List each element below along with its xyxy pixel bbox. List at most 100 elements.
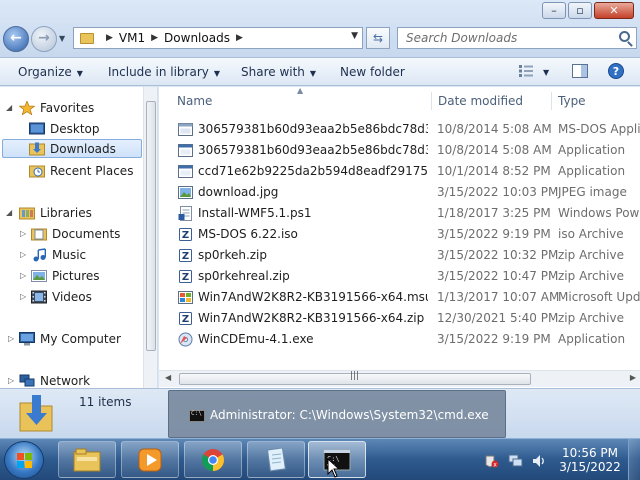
- maximize-button[interactable]: ▫: [568, 2, 592, 19]
- nav-documents[interactable]: Documents: [31, 224, 120, 243]
- scroll-right-icon[interactable]: ▶: [630, 373, 636, 382]
- start-button[interactable]: [4, 441, 44, 479]
- grip-icon: |||: [350, 371, 360, 381]
- share-with-menu[interactable]: Share with ▼: [241, 65, 316, 79]
- minimize-button[interactable]: –: [542, 2, 566, 19]
- action-center-icon[interactable]: x: [485, 454, 499, 468]
- nav-videos[interactable]: Videos: [31, 287, 92, 306]
- nav-music[interactable]: Music: [31, 245, 86, 264]
- file-row[interactable]: Zsp0rkeh.zip 3/15/2022 10:32 PM zip Archiv…: [159, 245, 640, 266]
- svg-text:Z: Z: [182, 251, 189, 262]
- taskbar-media-player[interactable]: [121, 441, 179, 478]
- svg-text:Z: Z: [182, 272, 189, 283]
- nav-scroll-thumb[interactable]: [146, 101, 156, 351]
- taskbar-thumbnail-preview[interactable]: Administrator: C:\Windows\System32\cmd.e…: [168, 390, 506, 438]
- clock-time: 10:56 PM: [562, 446, 618, 460]
- column-divider[interactable]: [551, 92, 552, 110]
- file-row[interactable]: Zsp0rkehreal.zip 3/15/2022 10:47 PM zip Ar…: [159, 266, 640, 287]
- file-row[interactable]: 306579381b60d93eaa2b5e86bdc78d354c7... 10…: [159, 119, 640, 140]
- pictures-icon: [31, 269, 47, 282]
- nav-recent-places[interactable]: Recent Places: [29, 161, 133, 180]
- forward-button[interactable]: →: [31, 26, 57, 52]
- column-header-name[interactable]: Name: [177, 90, 212, 114]
- address-bar[interactable]: ▶ VM1 ▶ Downloads ▶ ▼: [73, 27, 363, 49]
- collapse-triangle-icon[interactable]: ▷: [20, 229, 26, 238]
- nav-favorites[interactable]: Favorites: [19, 98, 94, 117]
- file-name: sp0rkeh.zip: [198, 248, 268, 262]
- nav-scrollbar[interactable]: [143, 87, 157, 388]
- file-row[interactable]: Win7AndW2K8R2-KB3191566-x64.msu 1/13/2017…: [159, 287, 640, 308]
- file-row[interactable]: Install-WMF5.1.ps1 1/18/2017 3:25 PM Windo…: [159, 203, 640, 224]
- taskbar-notepad[interactable]: [247, 441, 305, 478]
- expand-triangle-icon[interactable]: ◢: [6, 103, 12, 112]
- nav-pictures[interactable]: Pictures: [31, 266, 100, 285]
- volume-icon[interactable]: [532, 454, 546, 468]
- column-header-type-label: Type: [558, 94, 586, 108]
- notepad-icon: [266, 448, 286, 472]
- new-folder-button[interactable]: New folder: [340, 65, 405, 79]
- breadcrumb-downloads[interactable]: Downloads: [164, 31, 230, 45]
- search-box[interactable]: [397, 27, 637, 49]
- back-button[interactable]: ←: [3, 26, 29, 52]
- horizontal-scroll-thumb[interactable]: |||: [179, 371, 531, 385]
- view-options-icon[interactable]: [518, 64, 534, 78]
- file-row[interactable]: WinCDEmu-4.1.exe 3/15/2022 9:19 PM Applica…: [159, 329, 640, 350]
- column-header-date-modified[interactable]: Date modified: [438, 90, 523, 114]
- nav-desktop-label: Desktop: [50, 121, 100, 136]
- nav-desktop[interactable]: Desktop: [29, 119, 100, 138]
- recent-pages-dropdown[interactable]: ▼: [59, 34, 65, 43]
- breadcrumb-separator-icon[interactable]: ▶: [236, 33, 243, 43]
- search-input[interactable]: [398, 28, 608, 48]
- file-type: zip Archive: [558, 248, 624, 262]
- column-header-type[interactable]: Type: [558, 90, 586, 114]
- collapse-triangle-icon[interactable]: ▷: [20, 292, 26, 301]
- system-clock[interactable]: 10:56 PM 3/15/2022: [556, 446, 624, 474]
- nav-recent-places-label: Recent Places: [50, 163, 134, 178]
- refresh-button[interactable]: ⇆: [366, 27, 390, 49]
- view-dropdown-icon[interactable]: ▼: [543, 68, 549, 77]
- nav-downloads[interactable]: Downloads: [2, 139, 142, 158]
- breadcrumb-separator-icon[interactable]: ▶: [151, 33, 158, 43]
- address-dropdown-icon[interactable]: ▼: [351, 31, 358, 41]
- breadcrumb-vm1[interactable]: VM1: [119, 31, 145, 45]
- file-name: MS-DOS 6.22.iso: [198, 227, 298, 241]
- file-row[interactable]: ccd71e62b9225da2b594d8eadf29175e03f... 10…: [159, 161, 640, 182]
- horizontal-scrollbar[interactable]: ◀ ||| ▶: [159, 370, 640, 387]
- preview-pane-icon[interactable]: [572, 64, 588, 78]
- file-row[interactable]: Z Win7AndW2K8R2-KB3191566-x64.zip 12/30/20…: [159, 308, 640, 329]
- file-name: WinCDEmu-4.1.exe: [198, 332, 314, 346]
- include-in-library-menu[interactable]: Include in library ▼: [108, 65, 220, 79]
- media-player-icon: [138, 448, 162, 472]
- collapse-triangle-icon[interactable]: ▷: [20, 271, 26, 280]
- close-button[interactable]: ✕: [594, 2, 634, 19]
- file-row[interactable]: download.jpg 3/15/2022 10:03 PM JPEG image: [159, 182, 640, 203]
- column-divider[interactable]: [431, 92, 432, 110]
- help-icon[interactable]: ?: [608, 63, 624, 79]
- organize-menu[interactable]: Organize ▼: [18, 65, 83, 79]
- file-list: Name ▲ Date modified Type 306579381b60d9…: [159, 87, 640, 388]
- collapse-triangle-icon[interactable]: ▷: [20, 250, 26, 259]
- documents-icon: [31, 228, 47, 240]
- file-date-modified: 10/1/2014 8:52 PM: [437, 164, 551, 178]
- search-icon[interactable]: [619, 31, 630, 42]
- nav-downloads-label: Downloads: [50, 141, 116, 156]
- taskbar-explorer[interactable]: [58, 441, 116, 478]
- organize-label: Organize: [18, 65, 72, 79]
- file-row[interactable]: Z MS-DOS 6.22.iso 3/15/2022 9:19 PM iso Arc…: [159, 224, 640, 245]
- show-desktop-button[interactable]: [628, 439, 640, 480]
- network-tray-icon[interactable]: [508, 454, 523, 468]
- nav-network[interactable]: Network: [19, 371, 90, 388]
- nav-libraries[interactable]: Libraries: [19, 203, 92, 222]
- file-name: ccd71e62b9225da2b594d8eadf29175e03f...: [198, 164, 428, 178]
- breadcrumb-separator-icon[interactable]: ▶: [106, 33, 113, 43]
- collapse-triangle-icon[interactable]: ▷: [8, 334, 14, 343]
- zip-archive-icon: Z: [179, 249, 192, 262]
- expand-triangle-icon[interactable]: ◢: [6, 208, 12, 217]
- file-type: Application: [558, 143, 626, 157]
- nav-my-computer[interactable]: My Computer: [19, 329, 121, 348]
- taskbar-chrome[interactable]: [184, 441, 242, 478]
- collapse-triangle-icon[interactable]: ▷: [8, 376, 14, 385]
- file-date-modified: 1/13/2017 10:07 AM: [437, 290, 560, 304]
- file-row[interactable]: 306579381b60d93eaa2b5e86bdc78d354c7... 10…: [159, 140, 640, 161]
- scroll-left-icon[interactable]: ◀: [165, 373, 171, 382]
